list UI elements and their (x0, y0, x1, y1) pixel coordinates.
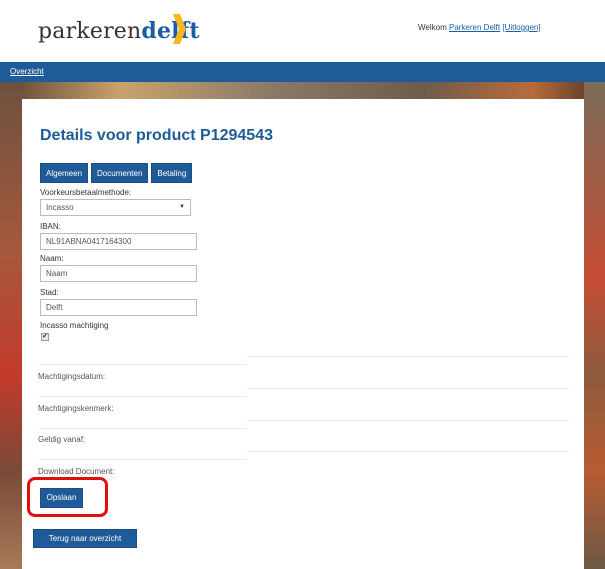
dropdown-arrow-icon: ▼ (179, 204, 185, 210)
city-label: Stad: (40, 288, 59, 297)
mandate-label: Incasso machtiging (40, 321, 109, 330)
background-photo-right (584, 82, 605, 569)
divider (38, 428, 246, 429)
logout-link[interactable]: [Uitloggen] (502, 23, 540, 32)
nav-overview-link[interactable]: Overzicht (10, 67, 44, 76)
navbar: Overzicht (0, 62, 605, 82)
welcome-text: Welkom Parkeren Delft [Uitloggen] (418, 23, 541, 32)
divider (247, 388, 569, 389)
divider (247, 451, 569, 452)
mandate-date-label: Machtigingsdatum: (38, 372, 106, 381)
tab-general[interactable]: Algemeen (40, 163, 89, 183)
divider (247, 356, 569, 357)
save-button-highlight (27, 477, 108, 517)
mandate-checkbox[interactable]: ✔ (41, 333, 49, 341)
divider (38, 364, 246, 365)
download-document-label: Download Document: (38, 467, 115, 476)
tab-documents[interactable]: Documenten (91, 163, 149, 183)
name-field[interactable]: Naam (40, 265, 197, 282)
city-field[interactable]: Delft (40, 299, 197, 316)
tab-payment[interactable]: Betaling (151, 163, 193, 183)
iban-label: IBAN: (40, 222, 61, 231)
background-photo-left (0, 82, 22, 569)
tab-bar: Algemeen Documenten Betaling (40, 163, 193, 183)
payment-method-value: Incasso (46, 203, 74, 212)
logo-chevron-icon (173, 14, 186, 44)
iban-field[interactable]: NL91ABNA0417164300 (40, 233, 197, 250)
welcome-prefix: Welkom (418, 23, 447, 32)
name-label: Naam: (40, 254, 64, 263)
user-link[interactable]: Parkeren Delft (449, 23, 500, 32)
mandate-ref-label: Machtigingskenmerk: (38, 404, 114, 413)
payment-method-select[interactable]: Incasso ▼ (40, 199, 191, 216)
divider (38, 396, 246, 397)
logo-part-parkeren: parkeren (38, 19, 142, 44)
divider (38, 459, 246, 460)
page-title: Details voor product P1294543 (40, 127, 273, 144)
divider (247, 420, 569, 421)
valid-from-label: Geldig vanaf: (38, 435, 86, 444)
check-icon: ✔ (42, 333, 48, 340)
back-to-overview-button[interactable]: Terug naar overzicht (33, 529, 137, 548)
header: parkerendelft Welkom Parkeren Delft [Uit… (0, 0, 605, 60)
payment-method-label: Voorkeursbetaalmethode: (40, 188, 132, 197)
